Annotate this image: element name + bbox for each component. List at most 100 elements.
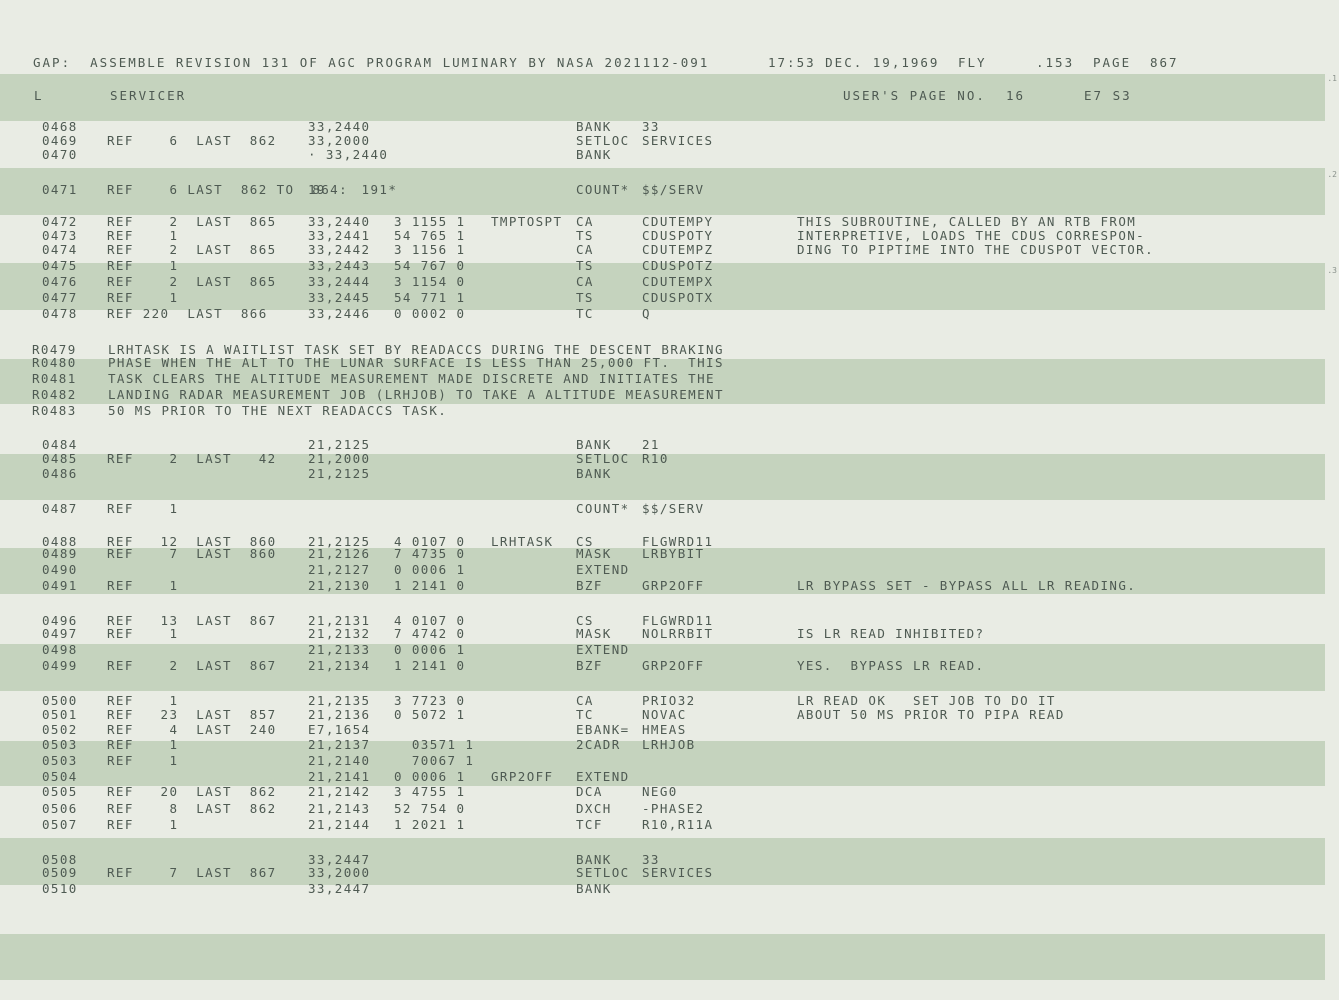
opcode: TS bbox=[576, 258, 594, 273]
listing-row: 0501 REF 23 LAST 857 21,2136 0 5072 1 TC NOVA… bbox=[0, 708, 1339, 722]
remark-text: 50 MS PRIOR TO THE NEXT READACCS TASK. bbox=[108, 403, 448, 418]
opcode: DXCH bbox=[576, 801, 612, 816]
operand: NOLRRBIT bbox=[642, 626, 714, 641]
section-letter: L bbox=[34, 88, 44, 103]
opcode: EXTEND bbox=[576, 562, 630, 577]
line-number: 0505 bbox=[42, 784, 78, 799]
reference: REF 1 bbox=[107, 258, 179, 273]
reference: REF 1 bbox=[107, 578, 179, 593]
margin-mark: .2 bbox=[1327, 170, 1337, 179]
opcode: MASK bbox=[576, 626, 612, 641]
octal-word: 54 771 1 bbox=[394, 290, 466, 305]
margin-mark: .1 bbox=[1327, 74, 1337, 83]
line-number: 0472 bbox=[42, 214, 78, 229]
operand: R10 bbox=[642, 451, 669, 466]
opcode: EBANK= bbox=[576, 722, 630, 737]
octal-word: 3 1156 1 bbox=[394, 242, 466, 257]
opcode: BANK bbox=[576, 437, 612, 452]
operand: GRP2OFF bbox=[642, 658, 705, 673]
operand: PRIO32 bbox=[642, 693, 696, 708]
line-number: 0509 bbox=[42, 865, 78, 880]
opcode: TC bbox=[576, 306, 594, 321]
page-label: PAGE bbox=[1093, 55, 1132, 70]
reference: REF 2 LAST 42 bbox=[107, 451, 277, 466]
opcode: EXTEND bbox=[576, 769, 630, 784]
remark-number: R0480 bbox=[32, 355, 77, 370]
octal-word: 7 4735 0 bbox=[394, 546, 466, 561]
line-number: 0484 bbox=[42, 437, 78, 452]
remark-number: R0483 bbox=[32, 403, 77, 418]
line-number: 0486 bbox=[42, 466, 78, 481]
opcode: BANK bbox=[576, 466, 612, 481]
operand: CDUTEMPX bbox=[642, 274, 714, 289]
address: 33,2444 bbox=[308, 274, 371, 289]
opcode: MASK bbox=[576, 546, 612, 561]
line-number: 0497 bbox=[42, 626, 78, 641]
address: 21,2133 bbox=[308, 642, 371, 657]
line-number: 0489 bbox=[42, 546, 78, 561]
paper-band bbox=[0, 934, 1325, 980]
reference: REF 7 LAST 860 bbox=[107, 546, 277, 561]
listing-row: 0503 REF 1 21,2137 03571 1 2CADR LRHJOB bbox=[0, 738, 1339, 752]
listing-row: 0499 REF 2 LAST 867 21,2134 1 2141 0 BZF GRP2… bbox=[0, 659, 1339, 673]
address: 33,2445 bbox=[308, 290, 371, 305]
operand: 21 bbox=[642, 437, 660, 452]
remark-row: R0480 PHASE WHEN THE ALT TO THE LUNAR SUR… bbox=[0, 356, 1339, 370]
address: 21,2137 bbox=[308, 737, 371, 752]
opcode: SETLOC bbox=[576, 451, 630, 466]
operand: CDUTEMPZ bbox=[642, 242, 714, 257]
line-number: 0504 bbox=[42, 769, 78, 784]
address: 21,2000 bbox=[308, 451, 371, 466]
octal-word: 0 0002 0 bbox=[394, 306, 466, 321]
listing-row: 0502 REF 4 LAST 240 E7,1654 EBANK= HMEAS bbox=[0, 723, 1339, 737]
line-number: 0503 bbox=[42, 737, 78, 752]
opcode: TS bbox=[576, 290, 594, 305]
operand: R10,R11A bbox=[642, 817, 714, 832]
code-comment: INTERPRETIVE, LOADS THE CDUS CORRESPON- bbox=[797, 228, 1146, 243]
address: 33,2440 bbox=[308, 214, 371, 229]
listing-row: 0504 21,2141 0 0006 1 GRP2OFF EXTEND bbox=[0, 770, 1339, 784]
code-comment: IS LR READ INHIBITED? bbox=[797, 626, 985, 641]
listing-row: 0487 REF 1 COUNT* $$/SERV bbox=[0, 502, 1339, 516]
code-label: GRP2OFF bbox=[491, 769, 554, 784]
listing-row: 0478 REF 220 LAST 866 33,2446 0 0002 0 TC Q bbox=[0, 307, 1339, 321]
listing-row: 0510 33,2447 BANK bbox=[0, 882, 1339, 896]
listing-page: .1 .2 .3 GAP: ASSEMBLE REVISION 131 OF A… bbox=[0, 0, 1339, 1000]
octal-word: 0 5072 1 bbox=[394, 707, 466, 722]
opcode: BZF bbox=[576, 578, 603, 593]
address: 21,2126 bbox=[308, 546, 371, 561]
reference: REF 1 bbox=[107, 290, 179, 305]
octal-word: 52 754 0 bbox=[394, 801, 466, 816]
code-comment: LR READ OK SET JOB TO DO IT bbox=[797, 693, 1056, 708]
address: 21,2130 bbox=[308, 578, 371, 593]
octal-word: 3 7723 0 bbox=[394, 693, 466, 708]
address: 33,2000 bbox=[308, 133, 371, 148]
listing-row: 0477 REF 1 33,2445 54 771 1 TS CDUSPOTX bbox=[0, 291, 1339, 305]
code-comment: ABOUT 50 MS PRIOR TO PIPA READ bbox=[797, 707, 1065, 722]
octal-word: 70067 1 bbox=[394, 753, 475, 768]
reference: REF 2 LAST 865 bbox=[107, 214, 277, 229]
operand: CDUTEMPY bbox=[642, 214, 714, 229]
address: 21,2140 bbox=[308, 753, 371, 768]
octal-word: 0 0006 1 bbox=[394, 642, 466, 657]
opcode: COUNT* bbox=[576, 182, 630, 197]
line-number: 0498 bbox=[42, 642, 78, 657]
listing-timestamp: 17:53 DEC. 19,1969 bbox=[768, 55, 940, 70]
line-number: 0470 bbox=[42, 147, 78, 162]
reference: REF 2 LAST 867 bbox=[107, 658, 277, 673]
address: E7,1654 bbox=[308, 722, 371, 737]
octal-word: 3 1155 1 bbox=[394, 214, 466, 229]
address: 33,2443 bbox=[308, 258, 371, 273]
listing-row: 0497 REF 1 21,2132 7 4742 0 MASK NOLRRBIT IS L… bbox=[0, 627, 1339, 641]
listing-row: 0469 REF 6 LAST 862 33,2000 SETLOC SERVICES bbox=[0, 134, 1339, 148]
line-number: 0503 bbox=[42, 753, 78, 768]
line-number: 0499 bbox=[42, 658, 78, 673]
reference: REF 1 bbox=[107, 753, 179, 768]
address: 33,2441 bbox=[308, 228, 371, 243]
octal-word: 3 4755 1 bbox=[394, 784, 466, 799]
reference: REF 1 bbox=[107, 228, 179, 243]
address: 21,2136 bbox=[308, 707, 371, 722]
octal-word: 1 2021 1 bbox=[394, 817, 466, 832]
operand: HMEAS bbox=[642, 722, 687, 737]
line-number: 0491 bbox=[42, 578, 78, 593]
